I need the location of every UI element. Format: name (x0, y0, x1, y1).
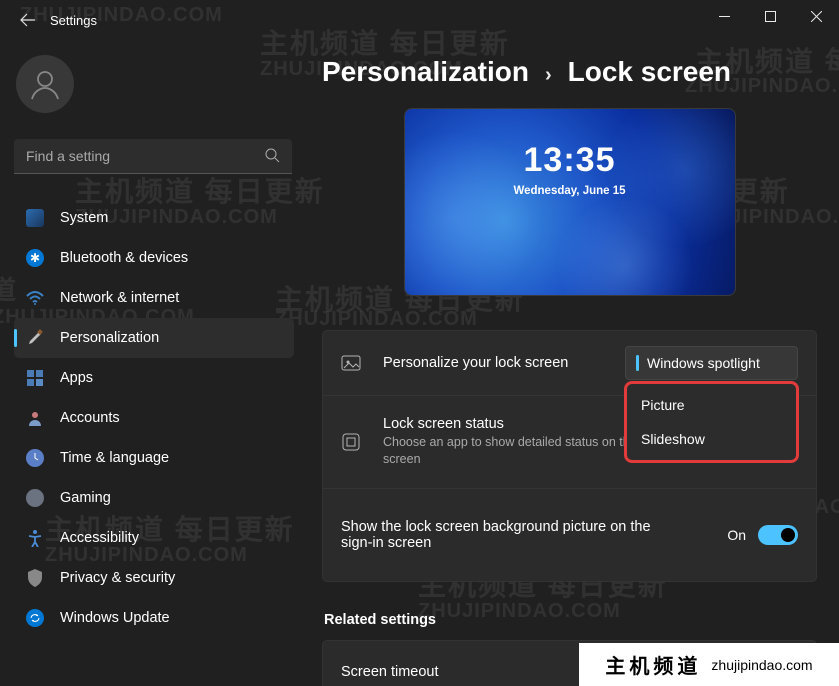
nav-label: Network & internet (60, 290, 179, 306)
dropdown-value: Windows spotlight (647, 355, 760, 371)
nav-personalization[interactable]: Personalization (14, 318, 294, 358)
corner-cn: 主机频道 (605, 650, 701, 679)
nav-label: Time & language (60, 450, 169, 466)
display-icon (26, 209, 44, 227)
nav-network[interactable]: Network & internet (14, 278, 294, 318)
gamepad-icon (26, 489, 44, 507)
app-icon (341, 432, 361, 452)
shield-icon (26, 569, 44, 587)
person-icon (28, 67, 62, 101)
wifi-icon (26, 289, 44, 307)
dropdown-option-picture[interactable]: Picture (627, 388, 796, 422)
nav-accounts[interactable]: Accounts (14, 398, 294, 438)
search-field[interactable] (14, 147, 292, 165)
nav-label: Personalization (60, 330, 159, 346)
close-icon (811, 11, 822, 22)
nav-apps[interactable]: Apps (14, 358, 294, 398)
corner-watermark: 主机频道 zhujipindao.com (579, 643, 839, 686)
nav-accessibility[interactable]: Accessibility (14, 518, 294, 558)
lock-screen-settings-card: Personalize your lock screen Windows spo… (322, 330, 817, 582)
nav-label: Accessibility (60, 530, 139, 546)
maximize-button[interactable] (747, 0, 793, 32)
personalize-dropdown[interactable]: Windows spotlight Picture Slideshow (625, 346, 798, 380)
preview-time: 13:35 (405, 141, 735, 180)
window-title: Settings (50, 13, 97, 28)
nav-gaming[interactable]: Gaming (14, 478, 294, 518)
minimize-button[interactable] (701, 0, 747, 32)
bluetooth-icon: ✱ (26, 249, 44, 267)
search-input[interactable] (14, 139, 292, 174)
sidebar: System ✱ Bluetooth & devices Network & in… (14, 55, 294, 638)
nav-time-language[interactable]: Time & language (14, 438, 294, 478)
breadcrumb-parent[interactable]: Personalization (322, 56, 529, 88)
nav-privacy[interactable]: Privacy & security (14, 558, 294, 598)
corner-en: zhujipindao.com (711, 657, 812, 673)
apps-icon (26, 369, 44, 387)
clock-icon (26, 449, 44, 467)
dropdown-option-slideshow[interactable]: Slideshow (627, 422, 796, 456)
nav-system[interactable]: System (14, 198, 294, 238)
nav-label: Accounts (60, 410, 120, 426)
personalize-row[interactable]: Personalize your lock screen Windows spo… (323, 331, 816, 395)
toggle-label: On (727, 527, 746, 543)
signin-picture-row: Show the lock screen background picture … (323, 488, 816, 581)
dropdown-popup: Picture Slideshow (624, 381, 799, 463)
titlebar: Settings (0, 0, 839, 40)
back-button[interactable] (18, 10, 38, 30)
breadcrumb: Personalization › Lock screen (322, 56, 817, 88)
search-icon (265, 148, 280, 163)
row-title: Show the lock screen background picture … (341, 519, 671, 551)
preview-date: Wednesday, June 15 (405, 185, 735, 197)
paintbrush-icon (26, 329, 44, 347)
update-icon (26, 609, 44, 627)
lock-screen-preview: 13:35 Wednesday, June 15 (404, 108, 736, 296)
accessibility-icon (26, 529, 44, 547)
breadcrumb-separator: › (545, 64, 552, 87)
user-avatar[interactable] (16, 55, 74, 113)
nav-bluetooth[interactable]: ✱ Bluetooth & devices (14, 238, 294, 278)
signin-picture-toggle[interactable] (758, 525, 798, 545)
nav-windows-update[interactable]: Windows Update (14, 598, 294, 638)
nav-label: Apps (60, 370, 93, 386)
nav-label: Windows Update (60, 610, 170, 626)
nav-label: Bluetooth & devices (60, 250, 188, 266)
nav-label: Gaming (60, 490, 111, 506)
related-settings-heading: Related settings (324, 612, 817, 628)
nav-label: Privacy & security (60, 570, 175, 586)
nav-label: System (60, 210, 108, 226)
arrow-left-icon (20, 12, 36, 28)
minimize-icon (719, 11, 730, 22)
maximize-icon (765, 11, 776, 22)
close-button[interactable] (793, 0, 839, 32)
row-title: Personalize your lock screen (383, 355, 625, 371)
picture-icon (341, 353, 361, 373)
breadcrumb-current: Lock screen (568, 56, 731, 88)
link-label: Screen timeout (341, 664, 439, 680)
account-icon (26, 409, 44, 427)
main-content: Personalization › Lock screen 13:35 Wedn… (322, 56, 817, 686)
